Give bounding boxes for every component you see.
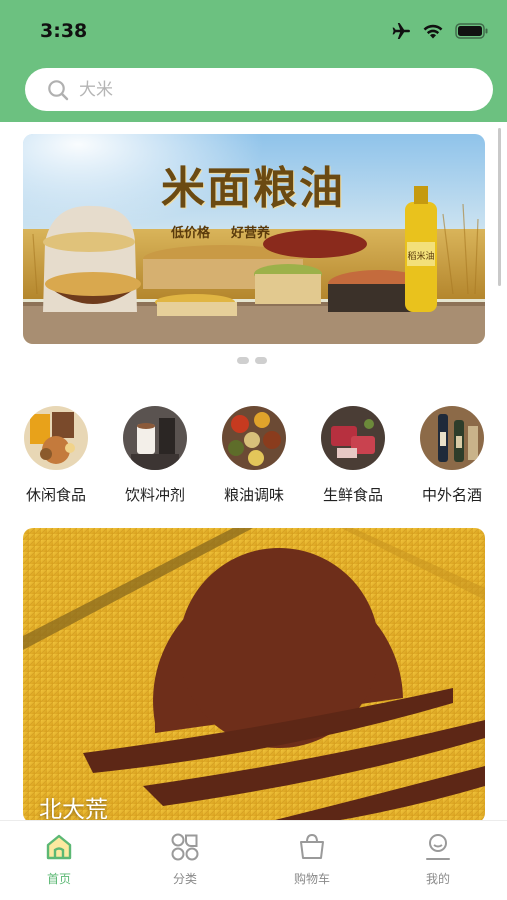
search-bar[interactable] — [25, 68, 493, 111]
category-label: 休闲食品 — [25, 486, 86, 504]
brand-name: 北大荒 — [39, 797, 108, 823]
brand-image — [23, 528, 485, 823]
category-fresh[interactable]: 生鲜食品 — [303, 406, 403, 505]
category-list: 休闲食品 饮料冲剂 粮油调味 生鲜食品 中外名酒 — [0, 406, 507, 516]
tab-label: 购物车 — [293, 872, 330, 886]
pagination-dot[interactable] — [255, 357, 267, 364]
battery-icon — [455, 23, 488, 39]
home-icon — [46, 834, 72, 860]
spices-image — [222, 406, 286, 470]
category-drinks[interactable]: 饮料冲剂 — [105, 406, 205, 505]
category-label: 生鲜食品 — [322, 486, 383, 504]
tab-label: 分类 — [172, 872, 197, 886]
category-label: 中外名酒 — [421, 486, 482, 504]
cart-bag-icon — [300, 833, 324, 859]
airplane-icon — [392, 23, 410, 39]
banner-tag-2: 好营养 — [231, 226, 271, 241]
fresh-food-image — [321, 406, 385, 470]
category-snacks[interactable]: 休闲食品 — [6, 406, 106, 505]
tab-label: 我的 — [425, 872, 450, 886]
drinks-image — [123, 406, 187, 470]
tab-label: 首页 — [46, 872, 71, 886]
search-input[interactable] — [79, 79, 459, 100]
banner-pagination[interactable] — [237, 357, 267, 364]
pagination-dot[interactable] — [237, 357, 249, 364]
category-grain-oil[interactable]: 粮油调味 — [204, 406, 304, 505]
search-icon — [48, 79, 69, 100]
wine-image — [420, 406, 484, 470]
grid-icon — [171, 833, 199, 861]
tab-cart[interactable]: 购物车 — [272, 831, 352, 887]
tab-profile[interactable]: 我的 — [398, 831, 478, 887]
user-icon — [426, 834, 450, 860]
banner-tag-1: 低价格 — [171, 226, 211, 241]
status-bar: 3:38 — [0, 0, 507, 60]
status-icons — [391, 20, 489, 42]
category-wine[interactable]: 中外名酒 — [402, 406, 502, 505]
scroll-indicator[interactable] — [498, 128, 501, 286]
oil-bottle-label: 稻米油 — [407, 250, 434, 262]
snacks-image — [24, 406, 88, 470]
banner-title: 米面粮油 — [161, 163, 345, 214]
status-time: 3:38 — [40, 20, 88, 42]
brand-card[interactable]: 北大荒 — [23, 528, 485, 823]
header: 3:38 — [0, 0, 507, 122]
category-label: 饮料冲剂 — [124, 486, 185, 504]
tab-category[interactable]: 分类 — [145, 831, 225, 887]
category-label: 粮油调味 — [223, 486, 284, 504]
promo-banner[interactable]: 稻米油 米面粮油 低价格 好营养 — [23, 134, 485, 344]
tab-home[interactable]: 首页 — [19, 831, 99, 887]
bottom-tab-bar: 首页 分类 购物车 我的 — [0, 820, 507, 900]
wifi-icon — [423, 24, 443, 39]
